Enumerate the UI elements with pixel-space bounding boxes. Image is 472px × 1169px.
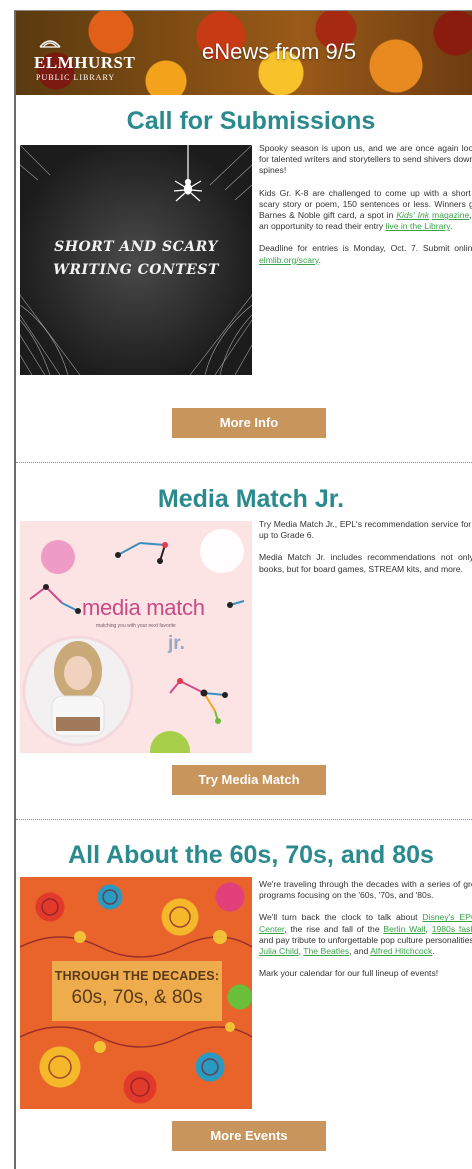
decades-title-line-1: THROUGH THE DECADES: [54, 969, 220, 983]
kids-ink-link[interactable]: Kids' Ink [396, 210, 429, 220]
julia-child-link[interactable]: Julia Child [259, 946, 299, 956]
paragraph: We're traveling through the decades with… [259, 879, 472, 901]
decades-title-box: THROUGH THE DECADES: 60s, 70s, & 80s [52, 961, 222, 1021]
section-divider [16, 819, 472, 820]
berlin-wall-link[interactable]: Berlin Wall [383, 924, 425, 934]
section-divider [16, 462, 472, 463]
live-in-library-link[interactable]: live in the Library [386, 221, 450, 231]
media-match-logo: media match [82, 595, 205, 620]
paragraph: We'll turn back the clock to talk about … [259, 912, 472, 957]
paragraph: Try Media Match Jr., EPL's recommendatio… [259, 519, 472, 541]
contest-title-line-1: SHORT AND SCARY [54, 239, 218, 255]
newsletter-title: eNews from 9/5 [202, 39, 357, 64]
media-match-image[interactable]: media match matching you with your next … [20, 521, 252, 753]
section-title-submissions: Call for Submissions [126, 107, 376, 135]
book-icon [39, 40, 61, 48]
section-title-media-match: Media Match Jr. [157, 485, 345, 513]
decades-text: We're traveling through the decades with… [259, 879, 472, 990]
more-events-button[interactable]: More Events [172, 1121, 326, 1151]
submissions-text: Spooky season is upon us, and we are onc… [259, 143, 472, 277]
hitchcock-link[interactable]: Alfred Hitchcock [370, 946, 432, 956]
decades-title-line-2: 60s, 70s, & 80s [71, 987, 203, 1008]
media-match-tagline: matching you with your next favorite [96, 623, 176, 629]
logo-subtitle: PUBLIC LIBRARY [36, 73, 116, 82]
email-frame: ELMHURST PUBLIC LIBRARY eNews from 9/5 C… [14, 10, 472, 1169]
paragraph: Kids Gr. K-8 are challenged to come up w… [259, 187, 472, 232]
library-logo[interactable]: ELMHURST PUBLIC LIBRARY [34, 33, 144, 83]
magazine-link[interactable]: magazine [432, 210, 469, 220]
contest-image[interactable]: SHORT AND SCARY WRITING CONTEST [20, 145, 252, 375]
paragraph: Spooky season is upon us, and we are onc… [259, 143, 472, 176]
decades-image[interactable]: THROUGH THE DECADES: 60s, 70s, & 80s [20, 877, 252, 1109]
media-match-jr-label: jr. [168, 633, 185, 654]
fashion-link[interactable]: 1980s fashion [432, 924, 472, 934]
more-info-button[interactable]: More Info [172, 408, 326, 438]
section-title-decades: All About the 60s, 70s, and 80s [68, 841, 434, 869]
logo-name: ELMHURST [34, 53, 136, 72]
media-match-text: Try Media Match Jr., EPL's recommendatio… [259, 519, 472, 586]
paragraph: Deadline for entries is Monday, Oct. 7. … [259, 243, 472, 265]
contest-title-line-2: WRITING CONTEST [53, 262, 219, 278]
network-graphic [22, 529, 245, 753]
header-banner: ELMHURST PUBLIC LIBRARY eNews from 9/5 [16, 11, 472, 95]
beatles-link[interactable]: The Beatles [303, 946, 349, 956]
try-media-match-button[interactable]: Try Media Match [172, 765, 326, 795]
paragraph: Mark your calendar for our full lineup o… [259, 968, 439, 979]
paragraph: Media Match Jr. includes recommendations… [259, 552, 472, 574]
scary-submission-link[interactable]: elmlib.org/scary [259, 255, 319, 265]
